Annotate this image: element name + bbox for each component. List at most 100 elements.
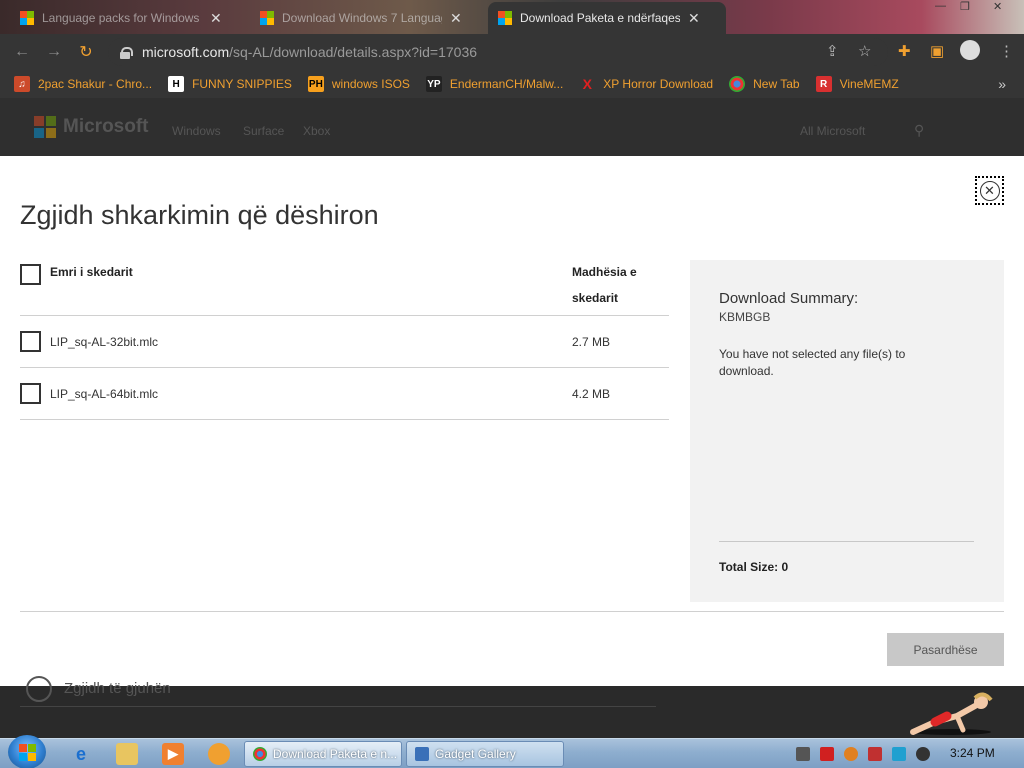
music-icon: ♫: [14, 76, 30, 92]
tray-icon-volume[interactable]: [916, 747, 930, 761]
download-dialog: ✕ Zgjidh shkarkimin që dëshiron Emri i s…: [0, 156, 1024, 686]
microsoft-favicon-icon: [498, 11, 512, 25]
close-icon: ✕: [979, 180, 1000, 201]
minimize-icon[interactable]: —: [935, 0, 946, 16]
file-size: 2.7 MB: [572, 335, 611, 349]
microsoft-logo-icon: [34, 116, 56, 138]
tray-icon-antivirus[interactable]: [820, 747, 834, 761]
download-summary-panel: Download Summary: KBMBGB You have not se…: [690, 260, 1004, 602]
h-icon: H: [168, 76, 185, 92]
table-header: Emri i skedarit Madhësia e skedarit: [20, 260, 669, 316]
tray-icon-1[interactable]: [796, 747, 810, 761]
table-row: LIP_sq-AL-64bit.mlc 4.2 MB: [20, 368, 669, 420]
bookmark-funny-snippies[interactable]: H FUNNY SNIPPIES: [168, 76, 292, 92]
nav-windows[interactable]: Windows: [172, 124, 221, 138]
taskbar-item-label: Download Paketa e n...: [273, 747, 398, 761]
close-dialog-button[interactable]: ✕: [975, 176, 1004, 205]
close-tab-icon[interactable]: ✕: [450, 10, 462, 27]
bookmark-2pac[interactable]: ♫ 2pac Shakur - Chro...: [14, 76, 152, 92]
site-header: Microsoft Windows Surface Xbox All Micro…: [0, 98, 1024, 156]
file-name: LIP_sq-AL-32bit.mlc: [50, 335, 159, 349]
start-button[interactable]: [8, 735, 46, 768]
url-path: /sq-AL/download/details.aspx?id=17036: [229, 44, 478, 60]
bookmark-label: 2pac Shakur - Chro...: [38, 77, 153, 91]
microsoft-favicon-icon: [20, 11, 34, 25]
bookmark-windows-isos[interactable]: PH windows ISOS: [307, 76, 410, 92]
summary-divider: [719, 541, 974, 542]
tab-download-paketa[interactable]: Download Paketa e ndërfaqes së ✕: [488, 2, 726, 34]
url-host: microsoft.com: [142, 44, 230, 60]
media-player-icon[interactable]: ▶: [162, 743, 184, 765]
more-bookmarks-icon[interactable]: »: [998, 76, 1006, 92]
file-explorer-icon[interactable]: [116, 743, 138, 765]
brand-name: Microsoft: [63, 116, 149, 137]
tray-icon-flag[interactable]: [868, 747, 882, 761]
tab-title: Download Windows 7 Language: [282, 11, 442, 25]
dialog-divider: [20, 611, 1004, 612]
column-header-size: Madhësia e skedarit: [572, 265, 637, 305]
profile-avatar-icon[interactable]: [960, 40, 980, 60]
menu-kebab-icon[interactable]: ⋮: [999, 42, 1014, 60]
bookmark-label: EndermanCH/Malw...: [449, 77, 564, 91]
file-table: Emri i skedarit Madhësia e skedarit LIP_…: [20, 260, 669, 420]
bookmark-label: windows ISOS: [331, 77, 410, 91]
clock[interactable]: 3:24 PM: [950, 746, 995, 760]
column-header-name: Emri i skedarit: [50, 265, 133, 279]
tab-title: Download Paketa e ndërfaqes së: [520, 11, 680, 25]
file-checkbox[interactable]: [20, 331, 41, 352]
summary-message: You have not selected any file(s) to dow…: [719, 347, 906, 378]
ph-icon: PH: [307, 76, 324, 92]
summary-subtitle: KBMBGB: [719, 310, 771, 324]
lock-icon: [120, 46, 133, 59]
extensions-icon[interactable]: ✚: [898, 42, 911, 60]
file-size: 4.2 MB: [572, 387, 611, 401]
yp-icon: YP: [425, 76, 442, 92]
back-icon[interactable]: ←: [6, 43, 38, 61]
taskbar-item-chrome[interactable]: Download Paketa e n...: [244, 741, 402, 767]
reload-icon[interactable]: ↻: [70, 42, 102, 62]
maximize-icon[interactable]: ❐: [960, 0, 970, 16]
all-microsoft-menu[interactable]: All Microsoft: [800, 124, 865, 138]
file-checkbox[interactable]: [20, 383, 41, 404]
bookmark-label: XP Horror Download: [603, 77, 714, 91]
share-icon[interactable]: ⇪: [826, 42, 839, 60]
side-panel-icon[interactable]: ▣: [930, 42, 944, 60]
bookmark-xp-horror[interactable]: X XP Horror Download: [579, 76, 714, 92]
tray-icon-search[interactable]: [844, 747, 858, 761]
windows-flag-icon: [19, 744, 36, 761]
chrome-icon: [729, 76, 746, 92]
search-icon[interactable]: ⚲: [914, 122, 924, 139]
summary-title: Download Summary:: [719, 290, 859, 307]
microsoft-favicon-icon: [260, 11, 274, 25]
taskbar-item-gadget-gallery[interactable]: Gadget Gallery: [406, 741, 564, 767]
bookmark-vinememz[interactable]: R VineMEMZ: [815, 76, 899, 92]
bookmark-label: New Tab: [753, 77, 800, 91]
close-tab-icon[interactable]: ✕: [210, 10, 222, 27]
internet-explorer-icon[interactable]: e: [70, 743, 92, 765]
tab-language-packs[interactable]: Language packs for Windows ✕: [10, 2, 245, 34]
info-circle-icon: [26, 676, 52, 702]
bookmark-endermanch[interactable]: YP EndermanCH/Malw...: [425, 76, 564, 92]
browser-toolbar: ← → ↻ microsoft.com /sq-AL/download/deta…: [0, 34, 1024, 70]
desktop-dancer-icon: [910, 692, 993, 735]
paint-icon[interactable]: [208, 743, 230, 765]
page-below-dialog: Zgjidh të gjuhën: [0, 676, 1024, 740]
close-tab-icon[interactable]: ✕: [688, 10, 700, 27]
table-row: LIP_sq-AL-32bit.mlc 2.7 MB: [20, 316, 669, 368]
forward-icon[interactable]: →: [38, 43, 70, 61]
select-all-checkbox[interactable]: [20, 264, 41, 285]
bookmark-label: FUNNY SNIPPIES: [192, 77, 292, 91]
address-bar[interactable]: microsoft.com /sq-AL/download/details.as…: [108, 38, 888, 66]
x-icon: X: [582, 76, 592, 92]
close-window-icon[interactable]: ✕: [993, 0, 1002, 16]
nav-xbox[interactable]: Xbox: [303, 124, 330, 138]
next-button[interactable]: Pasardhëse: [887, 633, 1004, 666]
tab-download-windows7[interactable]: Download Windows 7 Language ✕: [250, 2, 485, 34]
bookmark-star-icon[interactable]: ☆: [858, 42, 871, 60]
nav-surface[interactable]: Surface: [243, 124, 284, 138]
content-divider: [20, 706, 656, 707]
bookmark-new-tab[interactable]: New Tab: [729, 76, 800, 92]
dialog-title: Zgjidh shkarkimin që dëshiron: [20, 200, 379, 230]
below-text: Zgjidh të gjuhën: [64, 680, 171, 697]
tray-icon-network[interactable]: [892, 747, 906, 761]
